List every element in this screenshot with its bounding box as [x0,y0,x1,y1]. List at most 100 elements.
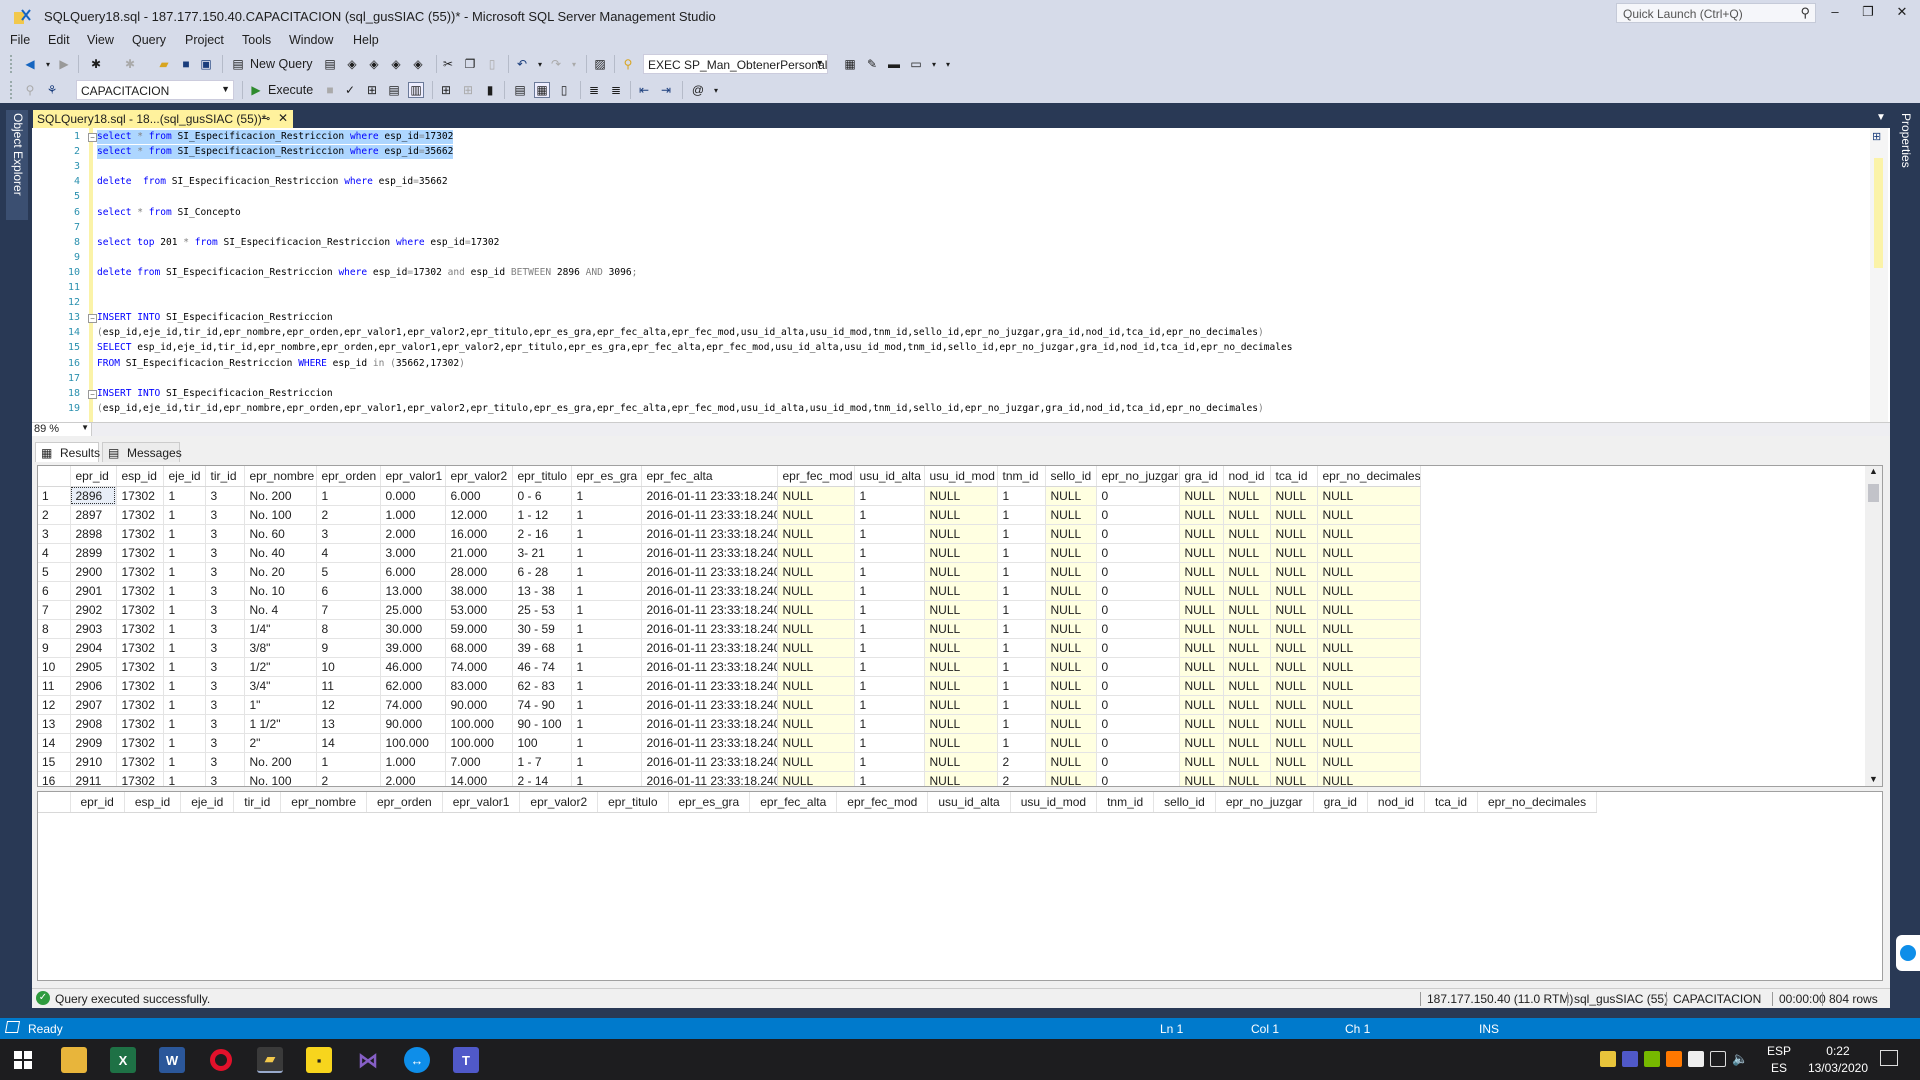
toolbox-icon[interactable]: ▬ [886,56,902,72]
cell-gra_id[interactable]: NULL [1179,771,1224,786]
editor-vertical-scrollbar[interactable]: ⊞ [1870,128,1888,422]
code-line[interactable]: select * from SI_Concepto [97,206,241,220]
cell-epr_nombre[interactable]: 1 1/2" [244,714,317,734]
row-number[interactable]: 6 [38,581,71,601]
cell-tca_id[interactable]: NULL [1270,676,1318,696]
cell-tir_id[interactable]: 3 [205,505,245,525]
intellisense-icon[interactable]: ▥ [408,82,424,98]
cell-epr_es_gra[interactable]: 1 [571,676,642,696]
cell-eje_id[interactable]: 1 [163,486,206,506]
cell-epr_no_decimales[interactable]: NULL [1317,619,1421,639]
cell-usu_id_mod[interactable]: NULL [924,638,998,658]
column-header[interactable]: epr_no_juzgar [1096,466,1180,487]
cell-tnm_id[interactable]: 1 [997,505,1046,525]
cell-epr_titulo[interactable]: 2 - 14 [512,771,572,786]
database-combo[interactable]: CAPACITACION ▼ [76,80,234,100]
cell-eje_id[interactable]: 1 [163,695,206,715]
cell-epr_id[interactable]: 2904 [70,638,117,658]
cell-nod_id[interactable]: NULL [1223,505,1271,525]
code-line[interactable]: INSERT INTO SI_Especificacion_Restriccio… [97,311,333,325]
corner-cell[interactable] [38,466,71,487]
windows-start-icon[interactable] [10,1047,36,1073]
cell-tir_id[interactable]: 3 [205,581,245,601]
properties-tab[interactable]: Properties [1894,110,1916,190]
cell-epr_fec_mod[interactable]: NULL [777,695,855,715]
cell-epr_valor2[interactable]: 74.000 [445,657,513,677]
cell-usu_id_alta[interactable]: 1 [854,505,925,525]
tray-notes-icon[interactable] [1600,1051,1616,1067]
execute-icon[interactable]: ▶ [248,82,264,98]
cell-epr_valor1[interactable]: 2.000 [380,524,446,544]
cell-epr_fec_mod[interactable]: NULL [777,676,855,696]
menu-window[interactable]: Window [289,33,333,47]
column-header[interactable]: nod_id [1223,466,1271,487]
cell-epr_valor2[interactable]: 90.000 [445,695,513,715]
cell-epr_titulo[interactable]: 39 - 68 [512,638,572,658]
close-button[interactable]: ✕ [1887,4,1917,24]
restore-button[interactable]: ❐ [1853,4,1883,24]
cut-icon[interactable]: ✂ [440,56,456,72]
output-window-icon[interactable] [4,1021,21,1033]
table-row[interactable]: 12 2907 17302 1 3 1" 12 74.000 90.000 74 - 90 1 201… [38,695,1421,715]
cell-tir_id[interactable]: 3 [205,714,245,734]
teamviewer-icon[interactable]: ↔ [404,1047,430,1073]
cell-epr_id[interactable]: 2907 [70,695,117,715]
column-header[interactable]: epr_fec_mod [777,466,855,487]
cell-nod_id[interactable]: NULL [1223,676,1271,696]
cell-usu_id_mod[interactable]: NULL [924,562,998,582]
cell-epr_no_juzgar[interactable]: 0 [1096,581,1180,601]
menu-tools[interactable]: Tools [242,33,271,47]
tray-avast-icon[interactable] [1666,1051,1682,1067]
cell-epr_es_gra[interactable]: 1 [571,657,642,677]
cell-epr_fec_alta[interactable]: 2016-01-11 23:33:18.240 [641,657,778,677]
row-number[interactable]: 1 [38,486,71,506]
tab-list-dropdown-icon[interactable]: ▼ [1876,112,1886,123]
change-connection-icon[interactable]: ⚘ [44,82,60,98]
cell-tca_id[interactable]: NULL [1270,695,1318,715]
live-stats-icon[interactable]: ⊞ [460,82,476,98]
column-header[interactable]: epr_valor2 [519,792,599,813]
cell-epr_no_juzgar[interactable]: 0 [1096,486,1180,506]
cell-nod_id[interactable]: NULL [1223,562,1271,582]
cell-epr_valor2[interactable]: 53.000 [445,600,513,620]
cell-epr_id[interactable]: 2898 [70,524,117,544]
row-number[interactable]: 16 [38,771,71,786]
cell-epr_orden[interactable]: 7 [316,600,381,620]
cell-epr_no_juzgar[interactable]: 0 [1096,600,1180,620]
column-header[interactable]: epr_no_juzgar [1215,792,1314,813]
cell-epr_titulo[interactable]: 6 - 28 [512,562,572,582]
new-query-icon[interactable]: ▤ [230,56,246,72]
cell-epr_fec_mod[interactable]: NULL [777,714,855,734]
cell-usu_id_alta[interactable]: 1 [854,714,925,734]
cell-sello_id[interactable]: NULL [1045,695,1097,715]
cell-eje_id[interactable]: 1 [163,524,206,544]
cell-epr_no_juzgar[interactable]: 0 [1096,676,1180,696]
column-header[interactable]: esp_id [124,792,182,813]
redo-dropdown-icon[interactable]: ▾ [566,56,582,72]
cell-epr_id[interactable]: 2911 [70,771,117,786]
cell-nod_id[interactable]: NULL [1223,524,1271,544]
notifications-icon[interactable] [1880,1050,1898,1066]
cell-epr_titulo[interactable]: 1 - 12 [512,505,572,525]
cell-gra_id[interactable]: NULL [1179,600,1224,620]
cell-epr_fec_alta[interactable]: 2016-01-11 23:33:18.240 [641,752,778,772]
cell-tca_id[interactable]: NULL [1270,714,1318,734]
cell-epr_id[interactable]: 2897 [70,505,117,525]
cell-epr_fec_mod[interactable]: NULL [777,581,855,601]
cell-epr_id[interactable]: 2900 [70,562,117,582]
cell-epr_id[interactable]: 2908 [70,714,117,734]
code-line[interactable]: select top 201 * from SI_Especificacion_… [97,236,499,250]
cell-epr_nombre[interactable]: No. 200 [244,752,317,772]
menu-edit[interactable]: Edit [48,33,70,47]
cell-epr_valor2[interactable]: 100.000 [445,733,513,753]
cell-eje_id[interactable]: 1 [163,752,206,772]
cell-usu_id_alta[interactable]: 1 [854,695,925,715]
cell-epr_valor2[interactable]: 16.000 [445,524,513,544]
cell-epr_valor1[interactable]: 100.000 [380,733,446,753]
tab-results[interactable]: ▦ Results [35,442,100,462]
cell-gra_id[interactable]: NULL [1179,676,1224,696]
specify-values-icon[interactable]: @ [690,82,706,98]
cell-tca_id[interactable]: NULL [1270,524,1318,544]
cell-eje_id[interactable]: 1 [163,733,206,753]
cell-tnm_id[interactable]: 2 [997,771,1046,786]
